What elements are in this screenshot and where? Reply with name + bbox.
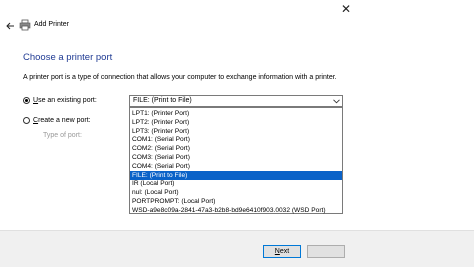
port-option[interactable]: COM1: (Serial Port) [130, 135, 342, 144]
existing-port-combobox[interactable]: FILE: (Print to File) [129, 95, 343, 107]
cancel-button[interactable] [307, 245, 345, 258]
back-arrow-icon[interactable] [4, 20, 16, 32]
chevron-down-icon[interactable] [332, 98, 340, 105]
port-option[interactable]: IR (Local Port) [130, 179, 342, 188]
page-heading: Choose a printer port [23, 52, 113, 63]
port-dropdown-list[interactable]: LPT1: (Printer Port) LPT2: (Printer Port)… [129, 107, 343, 214]
port-option[interactable]: LPT3: (Printer Port) [130, 127, 342, 136]
use-existing-port-label[interactable]: Use an existing port: [33, 97, 97, 104]
create-new-port-label[interactable]: Create a new port: [33, 117, 91, 124]
port-option[interactable]: PORTPROMPT: (Local Port) [130, 197, 342, 206]
type-of-port-label: Type of port: [43, 132, 82, 139]
window-title: Add Printer [34, 21, 70, 28]
port-option[interactable]: WSD-a9e8c09a-2841-47a3-b2b8-bd9e6410f903… [130, 206, 342, 215]
close-icon[interactable]: ✕ [336, 0, 356, 18]
next-button[interactable]: Next [263, 245, 301, 258]
page-description: A printer port is a type of connection t… [23, 74, 337, 81]
create-new-port-radio[interactable] [23, 117, 30, 124]
dialog-footer [0, 230, 474, 267]
port-option[interactable]: FILE: (Print to File) [130, 170, 342, 180]
port-option[interactable]: nul: (Local Port) [130, 188, 342, 197]
title-bar [0, 0, 474, 46]
port-option[interactable]: COM2: (Serial Port) [130, 144, 342, 153]
port-option[interactable]: LPT1: (Printer Port) [130, 109, 342, 118]
combobox-selected-value: FILE: (Print to File) [133, 97, 192, 104]
port-option[interactable]: COM4: (Serial Port) [130, 162, 342, 171]
printer-icon [19, 19, 31, 31]
use-existing-port-radio[interactable] [23, 97, 30, 104]
port-option[interactable]: COM3: (Serial Port) [130, 153, 342, 162]
port-option[interactable]: LPT2: (Printer Port) [130, 118, 342, 127]
